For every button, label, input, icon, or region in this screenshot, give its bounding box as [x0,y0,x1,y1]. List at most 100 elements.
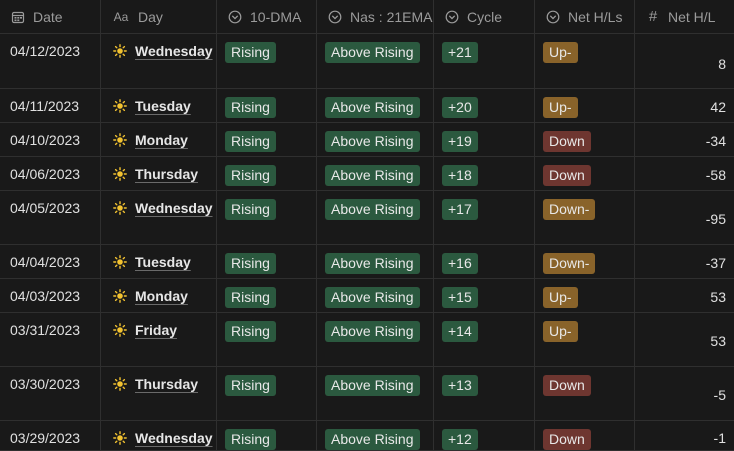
date-cell[interactable]: 03/30/2023 [0,367,101,420]
cycle-cell[interactable]: +12 [434,421,535,450]
day-title[interactable]: Wednesday [135,43,213,59]
day-title[interactable]: Monday [135,288,188,304]
day-cell[interactable]: Tuesday [101,89,217,122]
dma-cell[interactable]: Rising [217,313,317,366]
table-row[interactable]: 04/05/2023 Wednesday Rising Above Rising… [0,191,734,245]
date-cell[interactable]: 04/04/2023 [0,245,101,278]
ema-cell[interactable]: Above Rising [317,191,434,244]
date-cell[interactable]: 04/10/2023 [0,123,101,156]
table-row[interactable]: 03/31/2023 Friday Rising Above Rising +1… [0,313,734,367]
day-title[interactable]: Friday [135,322,177,338]
table-row[interactable]: 03/29/2023 Wednesday Rising Above Rising… [0,421,734,451]
ema-cell[interactable]: Above Rising [317,367,434,420]
day-title[interactable]: Tuesday [135,98,191,114]
date-cell[interactable]: 04/11/2023 [0,89,101,122]
cycle-cell[interactable]: +19 [434,123,535,156]
ema-cell[interactable]: Above Rising [317,89,434,122]
net-cell[interactable]: Down [535,157,635,190]
num-cell[interactable]: 53 [635,313,734,366]
num-cell[interactable]: -58 [635,157,734,190]
column-header-net[interactable]: Net H/Ls [535,0,635,33]
net-cell[interactable]: Down- [535,191,635,244]
dma-cell[interactable]: Rising [217,191,317,244]
num-cell[interactable]: -34 [635,123,734,156]
cycle-cell[interactable]: +13 [434,367,535,420]
ema-cell[interactable]: Above Rising [317,34,434,88]
day-title[interactable]: Thursday [135,376,198,392]
dma-cell[interactable]: Rising [217,245,317,278]
dma-cell[interactable]: Rising [217,123,317,156]
table-row[interactable]: 04/03/2023 Monday Rising Above Rising +1… [0,279,734,313]
table-row[interactable]: 04/11/2023 Tuesday Rising Above Rising +… [0,89,734,123]
net-cell[interactable]: Down [535,123,635,156]
day-cell[interactable]: Thursday [101,367,217,420]
cycle-cell[interactable]: +17 [434,191,535,244]
num-cell[interactable]: 53 [635,279,734,312]
cycle-tag: +21 [442,42,478,63]
net-cell[interactable]: Up- [535,313,635,366]
column-header-date[interactable]: Date [0,0,101,33]
net-cell[interactable]: Up- [535,89,635,122]
num-cell[interactable]: -37 [635,245,734,278]
table-row[interactable]: 04/10/2023 Monday Rising Above Rising +1… [0,123,734,157]
day-cell[interactable]: Wednesday [101,421,217,450]
ema-cell[interactable]: Above Rising [317,279,434,312]
date-cell[interactable]: 04/06/2023 [0,157,101,190]
day-cell[interactable]: Monday [101,279,217,312]
table-row[interactable]: 03/30/2023 Thursday Rising Above Rising … [0,367,734,421]
ema-cell[interactable]: Above Rising [317,421,434,450]
day-cell[interactable]: Friday [101,313,217,366]
day-title[interactable]: Wednesday [135,200,213,216]
net-tag: Down [543,375,591,396]
cycle-cell[interactable]: +18 [434,157,535,190]
num-cell[interactable]: -95 [635,191,734,244]
ema-cell[interactable]: Above Rising [317,245,434,278]
day-cell[interactable]: Thursday [101,157,217,190]
day-title[interactable]: Tuesday [135,254,191,270]
dma-cell[interactable]: Rising [217,367,317,420]
table-row[interactable]: 04/04/2023 Tuesday Rising Above Rising +… [0,245,734,279]
net-cell[interactable]: Down [535,367,635,420]
num-cell[interactable]: -1 [635,421,734,450]
date-cell[interactable]: 03/31/2023 [0,313,101,366]
cycle-cell[interactable]: +20 [434,89,535,122]
net-cell[interactable]: Down [535,421,635,450]
day-cell[interactable]: Tuesday [101,245,217,278]
day-title[interactable]: Wednesday [135,430,213,446]
ema-cell[interactable]: Above Rising [317,157,434,190]
day-cell[interactable]: Wednesday [101,191,217,244]
ema-cell[interactable]: Above Rising [317,123,434,156]
date-cell[interactable]: 03/29/2023 [0,421,101,450]
day-title[interactable]: Thursday [135,166,198,182]
cycle-cell[interactable]: +16 [434,245,535,278]
column-header-ema[interactable]: Nas : 21EMA [317,0,434,33]
net-cell[interactable]: Up- [535,34,635,88]
table-row[interactable]: 04/12/2023 Wednesday Rising Above Rising… [0,34,734,89]
column-header-cycle[interactable]: Cycle [434,0,535,33]
day-title[interactable]: Monday [135,132,188,148]
day-cell[interactable]: Wednesday [101,34,217,88]
dma-cell[interactable]: Rising [217,421,317,450]
column-header-day[interactable]: Aa Day [101,0,217,33]
column-header-num[interactable]: # Net H/L [635,0,734,33]
day-cell[interactable]: Monday [101,123,217,156]
cycle-cell[interactable]: +15 [434,279,535,312]
num-value: -34 [705,133,726,149]
net-cell[interactable]: Down- [535,245,635,278]
date-cell[interactable]: 04/12/2023 [0,34,101,88]
date-cell[interactable]: 04/05/2023 [0,191,101,244]
dma-cell[interactable]: Rising [217,279,317,312]
column-header-dma[interactable]: 10-DMA [217,0,317,33]
num-cell[interactable]: 8 [635,34,734,88]
cycle-cell[interactable]: +21 [434,34,535,88]
num-cell[interactable]: -5 [635,367,734,420]
num-cell[interactable]: 42 [635,89,734,122]
ema-cell[interactable]: Above Rising [317,313,434,366]
table-row[interactable]: 04/06/2023 Thursday Rising Above Rising … [0,157,734,191]
dma-cell[interactable]: Rising [217,34,317,88]
cycle-cell[interactable]: +14 [434,313,535,366]
date-cell[interactable]: 04/03/2023 [0,279,101,312]
net-cell[interactable]: Up- [535,279,635,312]
dma-cell[interactable]: Rising [217,89,317,122]
dma-cell[interactable]: Rising [217,157,317,190]
